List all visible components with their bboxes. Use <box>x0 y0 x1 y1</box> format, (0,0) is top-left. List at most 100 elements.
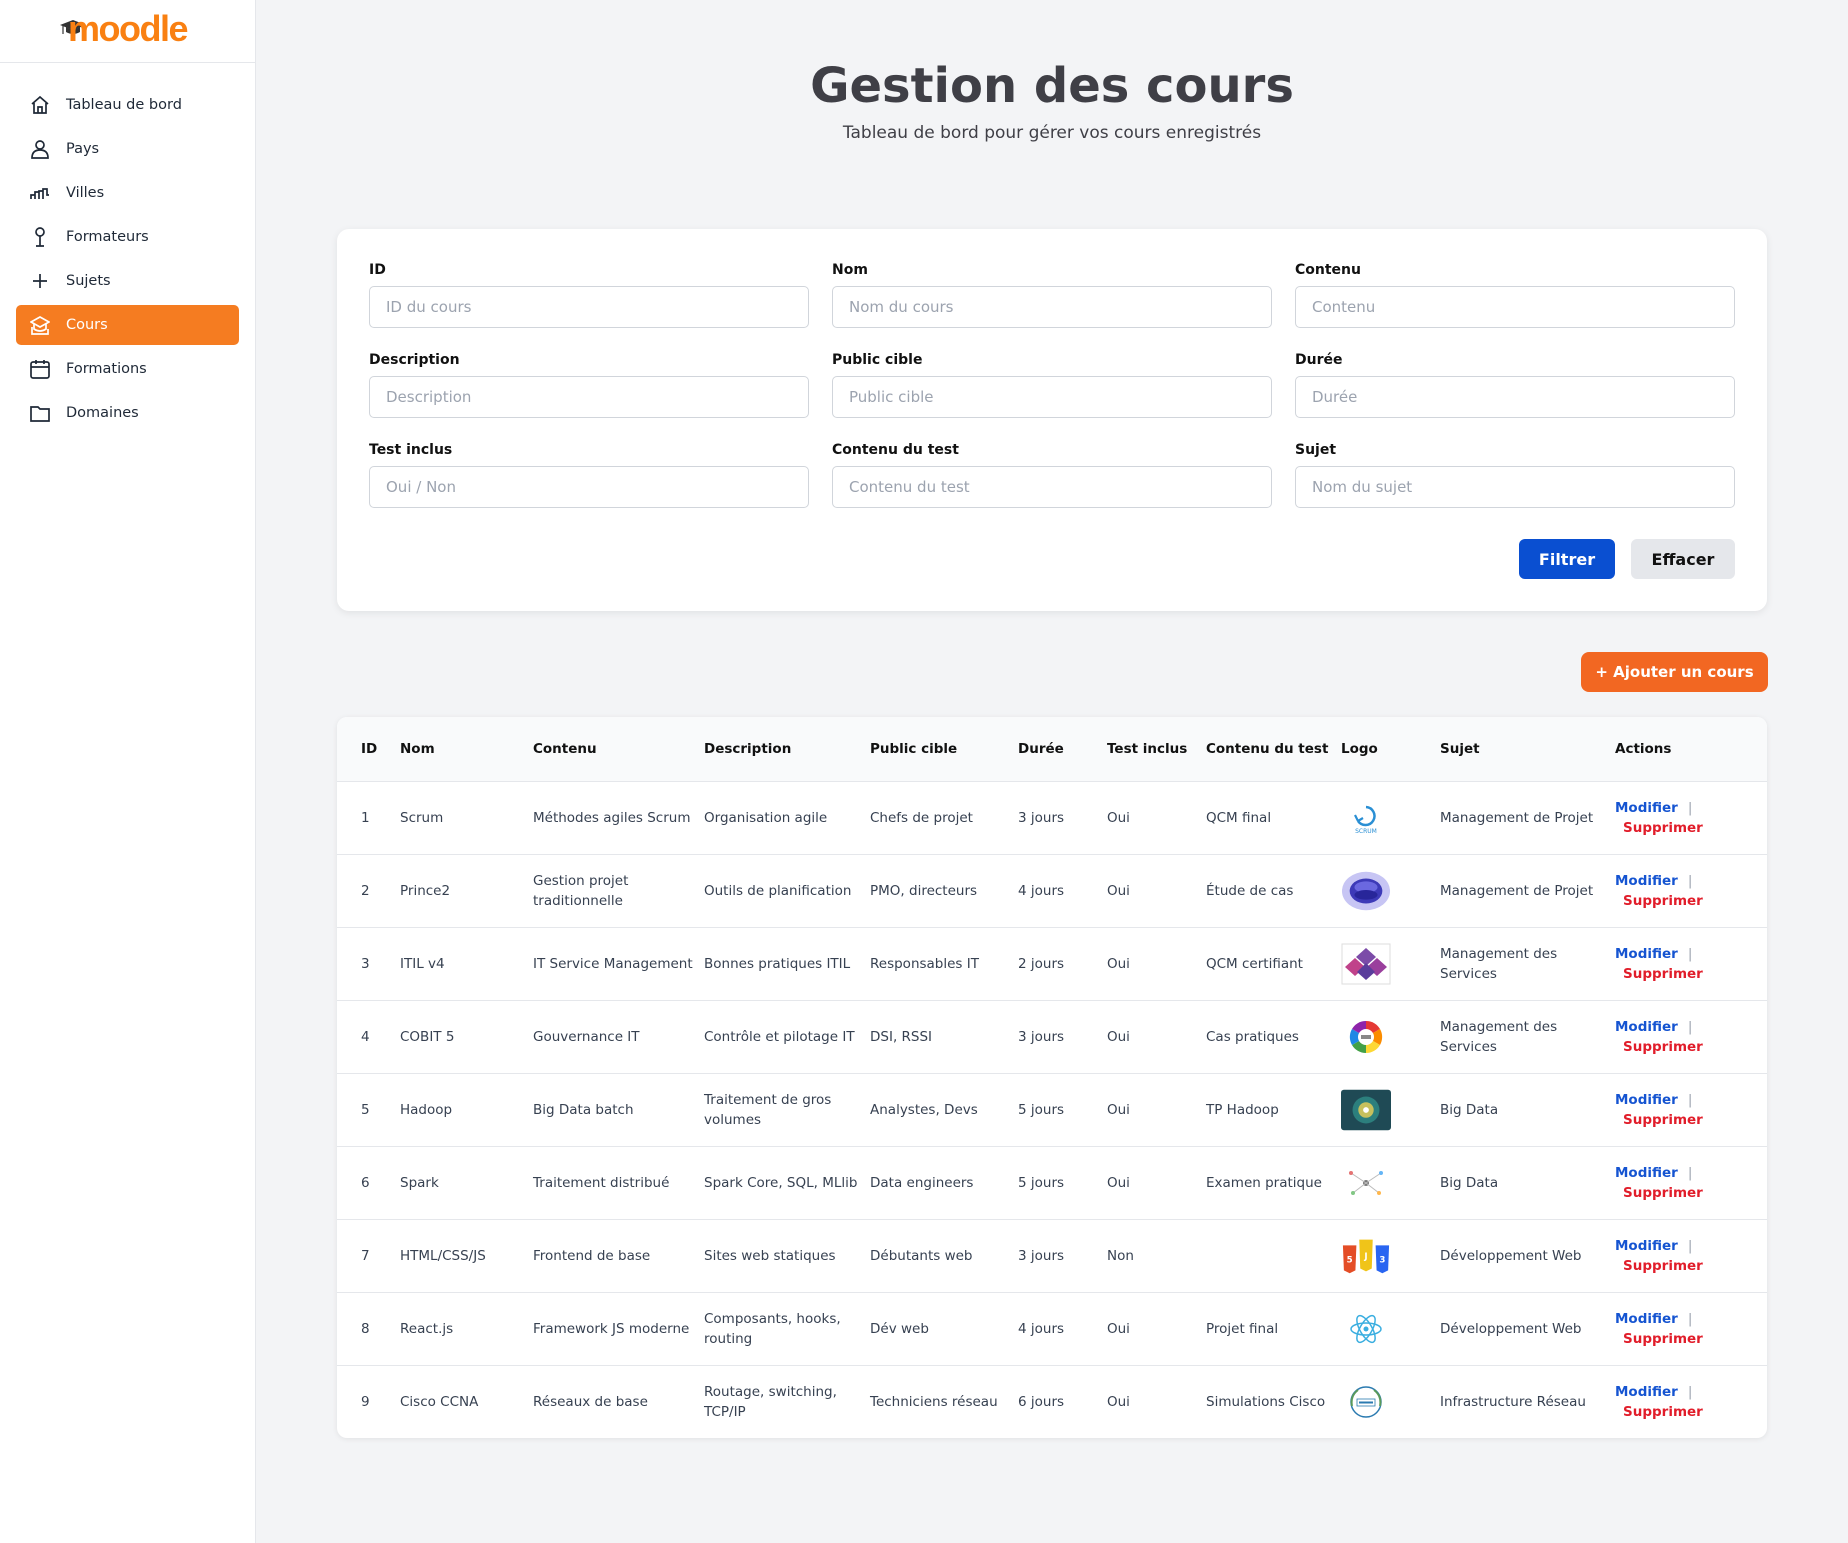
sidebar-item-domaines[interactable]: Domaines <box>16 393 239 433</box>
cell-logo: SCRUM <box>1341 781 1440 854</box>
modify-link[interactable]: Modifier <box>1615 1019 1678 1035</box>
table-row: 7 HTML/CSS/JS Frontend de base Sites web st… <box>337 1219 1767 1292</box>
cell-nom: Cisco CCNA <box>400 1393 479 1410</box>
cell-sujet: Management de Projet <box>1440 809 1594 826</box>
modify-link[interactable]: Modifier <box>1615 1311 1678 1327</box>
delete-link[interactable]: Supprimer <box>1623 1256 1757 1276</box>
cell-actions: Modifier | Supprimer <box>1615 1365 1767 1438</box>
sidebar-nav: Tableau de bord Pays Villes Formateurs S… <box>0 63 255 433</box>
sidebar-item-label: Cours <box>66 317 108 333</box>
prince2-logo <box>1341 870 1391 912</box>
filter-field-contenu-test: Contenu du test <box>832 442 1272 508</box>
sidebar: moodle Tableau de bord Pays Villes Forma… <box>0 0 256 1543</box>
cell-actions: Modifier | Supprimer <box>1615 1292 1767 1365</box>
table-row: 3 ITIL v4 IT Service Management Bonnes prat… <box>337 927 1767 1000</box>
clear-button[interactable]: Effacer <box>1631 539 1735 579</box>
delete-link[interactable]: Supprimer <box>1623 891 1757 911</box>
home-icon <box>31 95 49 114</box>
cell-contenu: Traitement distribué <box>533 1174 670 1191</box>
action-separator: | <box>1687 872 1693 889</box>
filter-button[interactable]: Filtrer <box>1519 539 1615 579</box>
cell-id: 5 <box>361 1101 370 1118</box>
sidebar-item-pays[interactable]: Pays <box>16 129 239 169</box>
add-course-button[interactable]: + Ajouter un cours <box>1581 652 1768 692</box>
filter-field-sujet: Sujet <box>1295 442 1735 508</box>
cell-contenu-test: Étude de cas <box>1206 882 1294 899</box>
filter-field-test-inclus: Test inclus <box>369 442 809 508</box>
modify-link[interactable]: Modifier <box>1615 1384 1678 1400</box>
table-row: 6 Spark Traitement distribué Spark Core, SQ… <box>337 1146 1767 1219</box>
modify-link[interactable]: Modifier <box>1615 1238 1678 1254</box>
delete-link[interactable]: Supprimer <box>1623 1037 1757 1057</box>
cell-contenu-test <box>1206 1219 1341 1292</box>
sidebar-item-label: Formations <box>66 361 147 377</box>
delete-link[interactable]: Supprimer <box>1623 818 1757 838</box>
cell-nom: React.js <box>400 1320 454 1337</box>
cell-id: 1 <box>361 809 370 826</box>
svg-text:SCRUM: SCRUM <box>1355 828 1377 835</box>
modify-link[interactable]: Modifier <box>1615 873 1678 889</box>
public-cible-input[interactable] <box>832 376 1272 418</box>
contenu-input[interactable] <box>1295 286 1735 328</box>
column-header: Public cible <box>870 740 958 757</box>
cell-nom: Scrum <box>400 809 444 826</box>
filter-label: Sujet <box>1295 442 1337 458</box>
sidebar-item-label: Domaines <box>66 405 139 421</box>
course-icon <box>30 316 50 335</box>
cell-sujet: Management de Projet <box>1440 882 1594 899</box>
delete-link[interactable]: Supprimer <box>1623 1329 1757 1349</box>
calendar-icon <box>30 360 50 379</box>
modify-link[interactable]: Modifier <box>1615 1092 1678 1108</box>
ccna-logo <box>1341 1381 1391 1423</box>
delete-link[interactable]: Supprimer <box>1623 1110 1757 1130</box>
sidebar-item-formations[interactable]: Formations <box>16 349 239 389</box>
cell-sujet: Big Data <box>1440 1101 1499 1118</box>
filter-label: Durée <box>1295 352 1343 368</box>
delete-link[interactable]: Supprimer <box>1623 964 1757 984</box>
duree-input[interactable] <box>1295 376 1735 418</box>
delete-link[interactable]: Supprimer <box>1623 1183 1757 1203</box>
cell-description: Routage, switching, TCP/IP <box>704 1383 837 1420</box>
cell-public: DSI, RSSI <box>870 1028 933 1045</box>
test-inclus-input[interactable] <box>369 466 809 508</box>
filter-label: Contenu <box>1295 262 1361 278</box>
contenu-test-input[interactable] <box>832 466 1272 508</box>
delete-link[interactable]: Supprimer <box>1623 1402 1757 1422</box>
modify-link[interactable]: Modifier <box>1615 946 1678 962</box>
sidebar-item-formateurs[interactable]: Formateurs <box>16 217 239 257</box>
table-row: 4 COBIT 5 Gouvernance IT Contrôle et pilota… <box>337 1000 1767 1073</box>
column-header: Test inclus <box>1107 740 1188 757</box>
sidebar-item-cours[interactable]: Cours <box>16 305 239 345</box>
cell-contenu: Méthodes agiles Scrum <box>533 809 691 826</box>
id-input[interactable] <box>369 286 809 328</box>
cell-nom: Hadoop <box>400 1101 453 1118</box>
cell-contenu: Frontend de base <box>533 1247 651 1264</box>
scrum-logo: SCRUM <box>1341 797 1391 839</box>
cell-sujet: Infrastructure Réseau <box>1440 1393 1586 1410</box>
cell-description: Sites web statiques <box>704 1247 836 1264</box>
filter-label: Description <box>369 352 460 368</box>
description-input[interactable] <box>369 376 809 418</box>
cell-contenu-test: TP Hadoop <box>1206 1101 1279 1118</box>
sujet-input[interactable] <box>1295 466 1735 508</box>
cell-contenu-test: Simulations Cisco <box>1206 1393 1326 1410</box>
sidebar-item-sujets[interactable]: Sujets <box>16 261 239 301</box>
filter-field-contenu: Contenu <box>1295 262 1735 328</box>
cell-logo <box>1341 1146 1440 1219</box>
nom-input[interactable] <box>832 286 1272 328</box>
cell-logo <box>1341 1292 1440 1365</box>
moodle-logo[interactable]: moodle <box>0 0 255 63</box>
action-separator: | <box>1687 945 1693 962</box>
courses-table: ID Nom Contenu Description Public cible … <box>337 717 1767 1438</box>
action-separator: | <box>1687 1018 1693 1035</box>
sidebar-item-tableau-de-bord[interactable]: Tableau de bord <box>16 85 239 125</box>
sidebar-item-villes[interactable]: Villes <box>16 173 239 213</box>
react-logo <box>1341 1308 1391 1350</box>
modify-link[interactable]: Modifier <box>1615 800 1678 816</box>
cell-public: Chefs de projet <box>870 809 973 826</box>
modify-link[interactable]: Modifier <box>1615 1165 1678 1181</box>
cell-contenu: Réseaux de base <box>533 1393 648 1410</box>
sidebar-item-label: Sujets <box>66 273 111 289</box>
cell-duree: 5 jours <box>1018 1101 1065 1118</box>
action-separator: | <box>1687 1164 1693 1181</box>
